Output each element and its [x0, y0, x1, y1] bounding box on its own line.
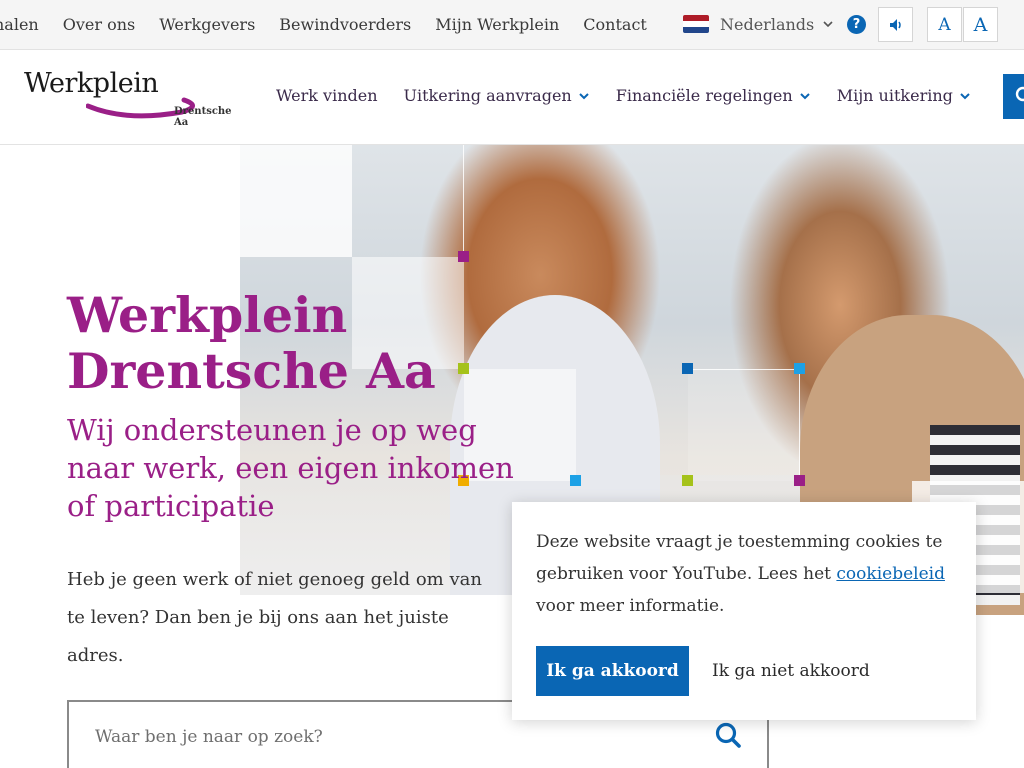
- search-input[interactable]: [93, 716, 697, 758]
- decor-dot: [682, 363, 693, 374]
- readspeaker-button[interactable]: [878, 7, 913, 42]
- decor-dot: [794, 475, 805, 486]
- cookie-text-after: voor meer informatie.: [536, 596, 725, 616]
- chevron-down-icon: [799, 92, 810, 99]
- cookie-message: Deze website vraagt je toestemming cooki…: [536, 526, 956, 622]
- nav-label: Mijn uitkering: [836, 86, 953, 105]
- cookie-decline-button[interactable]: Ik ga niet akkoord: [712, 646, 870, 696]
- speaker-icon: [889, 18, 901, 31]
- chevron-down-icon: [960, 92, 970, 99]
- logo-subtitle: Drentsche Aa: [174, 106, 232, 128]
- nav-label: Financiële regelingen: [615, 86, 793, 105]
- search-icon: [1015, 86, 1024, 102]
- nav-financiele-regelingen[interactable]: Financiële regelingen: [616, 86, 811, 105]
- font-size-small-button[interactable]: A: [927, 7, 962, 42]
- language-selector[interactable]: Nederlands: [683, 11, 834, 37]
- nav-uitkering-aanvragen[interactable]: Uitkering aanvragen: [404, 86, 590, 105]
- title-line-1: Werkplein: [67, 286, 348, 344]
- page-title: Werkplein Drentsche Aa: [67, 287, 436, 399]
- title-line-2: Drentsche Aa: [67, 342, 436, 400]
- logo[interactable]: Werkplein Drentsche Aa: [24, 68, 244, 128]
- search-icon[interactable]: [713, 720, 745, 752]
- cookie-policy-link[interactable]: cookiebeleid: [836, 564, 945, 584]
- header-search-button[interactable]: [1003, 74, 1024, 119]
- decor-dot: [458, 363, 469, 374]
- utility-link-halen[interactable]: halen: [0, 15, 39, 34]
- utility-nav: halen Over ons Werkgevers Bewindvoerders…: [0, 0, 671, 49]
- nav-werk-vinden[interactable]: Werk vinden: [276, 86, 378, 105]
- chevron-down-icon: [579, 92, 589, 99]
- utility-bar: halen Over ons Werkgevers Bewindvoerders…: [0, 0, 1024, 50]
- decor-line: [799, 369, 800, 481]
- decor-tile: [240, 145, 352, 257]
- utility-link-werkgevers[interactable]: Werkgevers: [159, 15, 255, 34]
- utility-link-bewindvoerders[interactable]: Bewindvoerders: [279, 15, 411, 34]
- utility-link-contact[interactable]: Contact: [583, 15, 647, 34]
- main-nav: Werk vinden Uitkering aanvragen Financië…: [276, 86, 997, 105]
- nav-label: Werk vinden: [276, 86, 378, 105]
- decor-dot: [458, 251, 469, 262]
- decor-dot: [682, 475, 693, 486]
- chevron-down-icon: [823, 21, 833, 28]
- hero-body-text: Heb je geen werk of niet genoeg geld om …: [67, 569, 482, 666]
- question-circle-icon[interactable]: ?: [847, 15, 866, 34]
- decor-dot: [794, 363, 805, 374]
- font-size-large-button[interactable]: A: [963, 7, 998, 42]
- decor-line: [688, 369, 800, 370]
- utility-link-over-ons[interactable]: Over ons: [63, 15, 136, 34]
- decor-dot: [570, 475, 581, 486]
- language-label: Nederlands: [720, 14, 815, 34]
- decor-line: [463, 145, 464, 257]
- cookie-accept-button[interactable]: Ik ga akkoord: [536, 646, 689, 696]
- dutch-flag-icon: [683, 15, 709, 33]
- decor-tile: [688, 369, 800, 481]
- nav-mijn-uitkering[interactable]: Mijn uitkering: [837, 86, 971, 105]
- nav-label: Uitkering aanvragen: [403, 86, 572, 105]
- site-header: Werkplein Drentsche Aa Werk vinden Uitke…: [0, 50, 1024, 145]
- hero-subtitle: Wij ondersteunen je op weg naar werk, ee…: [67, 413, 514, 523]
- cookie-consent-dialog: Deze website vraagt je toestemming cooki…: [512, 502, 976, 720]
- utility-link-mijn-werkplein[interactable]: Mijn Werkplein: [435, 15, 559, 34]
